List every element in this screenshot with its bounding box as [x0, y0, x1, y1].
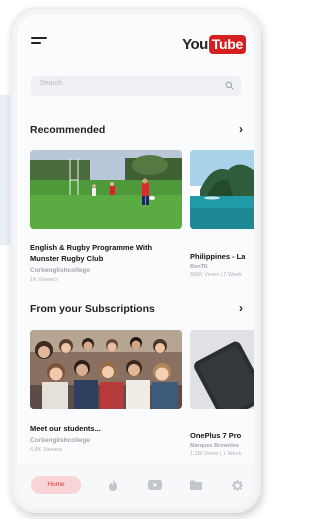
channel-name[interactable]: Corkenglishcollege: [30, 437, 90, 444]
channel-name[interactable]: Corkenglishcollege: [30, 267, 90, 274]
video-title-line1[interactable]: English & Rugby Programme With: [30, 242, 152, 253]
video-title[interactable]: Meet our students...: [30, 423, 101, 434]
view-count: 500K Views | 2 Week: [190, 272, 242, 278]
app-screen: You Tube Search Recommended › English & …: [17, 14, 254, 506]
view-count: 1K Viewers: [30, 277, 58, 283]
search-input[interactable]: Search: [31, 76, 241, 96]
tab-home[interactable]: Home: [31, 476, 81, 494]
video-title-line2[interactable]: Munster Rugby Club: [30, 253, 103, 264]
gear-icon[interactable]: [228, 476, 246, 494]
video-card-rugby[interactable]: English & Rugby Programme With Munster R…: [30, 150, 185, 283]
thumbnail-rugby-field: [30, 150, 182, 229]
folder-icon[interactable]: [187, 476, 205, 494]
search-icon[interactable]: [225, 81, 234, 90]
fire-icon[interactable]: [104, 476, 122, 494]
youtube-logo[interactable]: You Tube: [182, 34, 246, 54]
video-card-philippines[interactable]: Philippines - La BonTK 500K Views | 2 We…: [190, 150, 254, 282]
phone-frame: You Tube Search Recommended › English & …: [10, 7, 261, 513]
video-title[interactable]: Philippines - La: [190, 251, 245, 262]
chevron-right-icon[interactable]: ›: [239, 122, 243, 136]
search-placeholder: Search: [40, 80, 63, 87]
video-card-oneplus[interactable]: OnePlus 7 Pro Marques Brownlee 1.2M View…: [190, 330, 254, 457]
chevron-right-icon[interactable]: ›: [239, 301, 243, 315]
logo-text-you: You: [182, 35, 208, 53]
section-title-subscriptions: From your Subscriptions: [30, 303, 155, 315]
video-thumbnail[interactable]: [190, 330, 254, 409]
thumbnail-oneplus-phone: [190, 330, 254, 409]
view-count: 4.8K Viewers: [30, 447, 63, 453]
logo-text-tube: Tube: [208, 34, 246, 54]
bottom-tab-bar: Home: [17, 464, 254, 506]
video-title[interactable]: OnePlus 7 Pro: [190, 430, 241, 441]
video-card-students[interactable]: Meet our students... Corkenglishcollege …: [30, 330, 185, 453]
thumbnail-philippines: [190, 150, 254, 229]
channel-name[interactable]: BonTK: [190, 264, 208, 270]
menu-icon[interactable]: [31, 37, 47, 47]
section-title-recommended: Recommended: [30, 124, 106, 136]
video-thumbnail[interactable]: [30, 150, 182, 229]
channel-name[interactable]: Marques Brownlee: [190, 443, 239, 449]
video-thumbnail[interactable]: [190, 150, 254, 229]
play-icon[interactable]: [146, 476, 164, 494]
top-bar: You Tube: [17, 14, 254, 69]
view-count: 1.2M Views | 1 Week: [190, 451, 242, 457]
video-thumbnail[interactable]: [30, 330, 182, 409]
thumbnail-students-group: [30, 330, 182, 409]
